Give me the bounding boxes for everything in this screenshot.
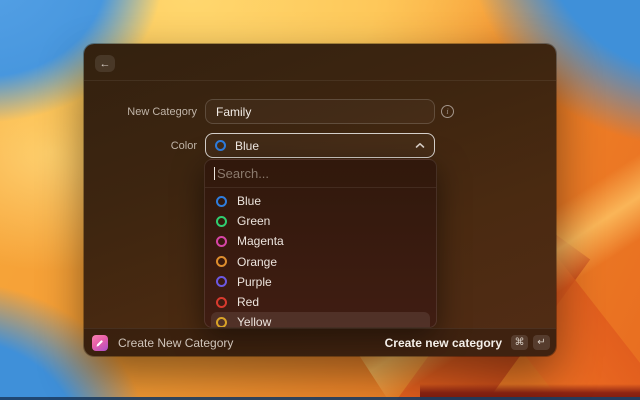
- color-option-label: Orange: [237, 254, 278, 269]
- color-option-label: Blue: [237, 194, 262, 209]
- dropdown-search: [205, 160, 436, 187]
- create-category-window: ← New Category i Color Blue Blue: [84, 44, 556, 356]
- color-option[interactable]: Blue: [211, 191, 430, 211]
- dropdown-divider: [205, 187, 436, 188]
- return-key-icon: ↵: [533, 335, 550, 350]
- color-option-label: Magenta: [237, 234, 284, 249]
- window-header: ←: [84, 44, 556, 81]
- color-ring-icon: [216, 296, 227, 308]
- new-category-label: New Category: [127, 106, 197, 118]
- primary-action-button[interactable]: Create new category: [385, 336, 502, 350]
- action-bar-right: Create new category ⌘ ↵: [385, 335, 550, 350]
- color-ring-icon: [216, 215, 227, 227]
- selected-color-ring-icon: [215, 140, 226, 151]
- extension-icon: [92, 334, 108, 351]
- color-dropdown: Blue Green Magenta Orange: [204, 159, 437, 328]
- color-select[interactable]: Blue: [205, 133, 435, 158]
- color-ring-icon: [216, 256, 227, 268]
- color-option-list: Blue Green Magenta Orange Purple Red Yel…: [205, 191, 436, 327]
- color-ring-icon: [216, 195, 227, 207]
- color-ring-icon: [216, 276, 227, 288]
- color-ring-icon: [216, 235, 227, 247]
- command-title: Create New Category: [118, 335, 234, 350]
- dropdown-search-input[interactable]: [205, 160, 436, 187]
- selected-color-value: Blue: [235, 138, 260, 153]
- color-option[interactable]: Green: [211, 211, 430, 231]
- text-caret: [214, 167, 215, 180]
- back-button[interactable]: ←: [95, 55, 115, 72]
- cmd-key-icon: ⌘: [511, 335, 528, 350]
- chevron-up-icon: [415, 142, 425, 149]
- color-option-label: Yellow: [237, 315, 272, 327]
- color-option[interactable]: Magenta: [211, 231, 430, 251]
- pencil-icon: [96, 339, 103, 347]
- category-name-input[interactable]: [205, 99, 435, 124]
- color-ring-icon: [216, 316, 227, 327]
- color-label: Color: [170, 140, 197, 152]
- action-bar: Create New Category Create new category …: [84, 328, 556, 356]
- color-option-label: Green: [237, 214, 271, 229]
- info-icon[interactable]: i: [441, 105, 454, 118]
- color-option[interactable]: Purple: [211, 272, 430, 292]
- color-option-label: Purple: [237, 274, 272, 289]
- color-option-label: Red: [237, 295, 260, 310]
- back-arrow-icon: ←: [99, 57, 111, 70]
- color-option[interactable]: Orange: [211, 252, 430, 272]
- color-option[interactable]: Yellow: [211, 312, 430, 327]
- color-option[interactable]: Red: [211, 292, 430, 312]
